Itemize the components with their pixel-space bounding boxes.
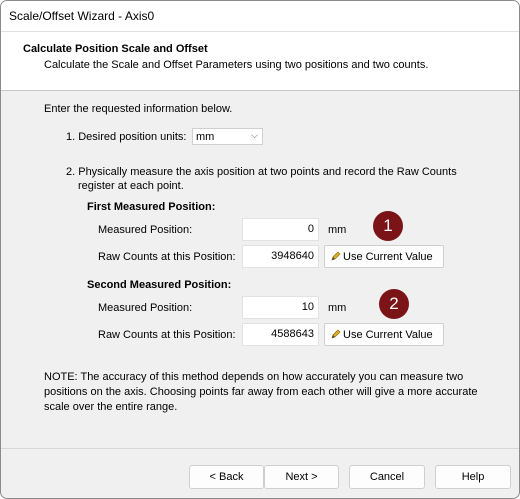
first-use-current-label: Use Current Value [343,251,433,263]
help-button[interactable]: Help [435,465,511,489]
second-raw-label: Raw Counts at this Position: [98,329,236,341]
header-title: Calculate Position Scale and Offset [23,43,208,55]
second-use-current-label: Use Current Value [343,329,433,341]
first-measured-input[interactable]: 0 [242,218,319,241]
pencil-icon [331,329,341,339]
first-measured-label: Measured Position: [98,224,193,236]
window-title: Scale/Offset Wizard - Axis0 [9,9,155,23]
second-measured-input[interactable]: 10 [242,296,319,319]
title-bar: Scale/Offset Wizard - Axis0 [1,1,519,31]
first-use-current-button[interactable]: Use Current Value [324,245,444,268]
next-button[interactable]: Next > [264,465,339,489]
first-raw-input[interactable]: 3948640 [242,245,319,268]
intro-text: Enter the requested information below. [44,103,233,115]
units-dropdown[interactable]: mm ⌵ [192,128,263,145]
step2-line2: register at each point. [78,180,184,192]
second-raw-input[interactable]: 4588643 [242,323,319,346]
wizard-window: Scale/Offset Wizard - Axis0 Calculate Po… [0,0,520,499]
footer-divider [1,448,519,449]
chevron-down-icon: ⌵ [251,130,258,140]
marker-2-badge: 2 [379,289,409,319]
cancel-button[interactable]: Cancel [349,465,425,489]
wizard-header: Calculate Position Scale and Offset Calc… [1,31,519,91]
pencil-icon [331,251,341,261]
first-raw-label: Raw Counts at this Position: [98,251,236,263]
units-label: 1. Desired position units: [66,131,187,143]
marker-1-badge: 1 [373,211,403,241]
second-measured-label: Measured Position: [98,302,193,314]
second-use-current-button[interactable]: Use Current Value [324,323,444,346]
units-value: mm [196,131,215,143]
header-subtitle: Calculate the Scale and Offset Parameter… [44,59,429,71]
second-unit-label: mm [328,302,347,314]
second-position-heading: Second Measured Position: [87,279,232,291]
back-button[interactable]: < Back [189,465,264,489]
step2-line1: 2. Physically measure the axis position … [66,166,457,178]
first-unit-label: mm [328,224,347,236]
first-position-heading: First Measured Position: [87,201,216,213]
accuracy-note: NOTE: The accuracy of this method depend… [44,371,478,413]
